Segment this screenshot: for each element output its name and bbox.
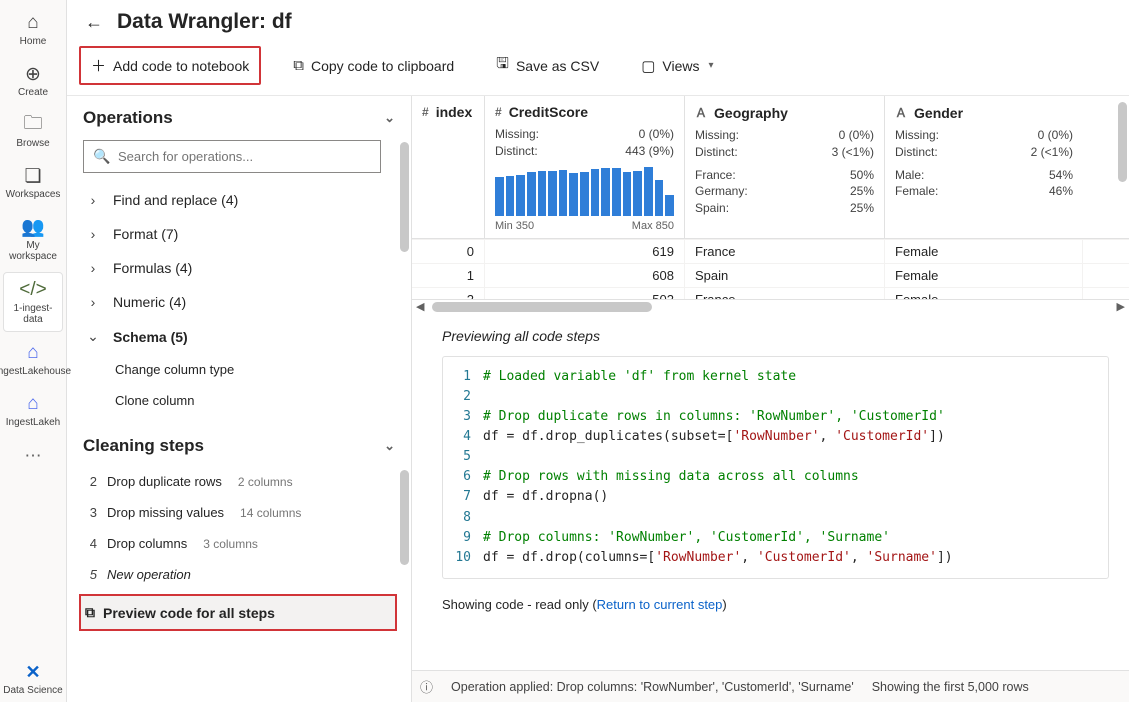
notebook-icon: </> bbox=[19, 279, 46, 301]
copy-icon: ⧉ bbox=[293, 57, 304, 74]
people-icon: 👥 bbox=[21, 216, 45, 238]
chevron-down-icon: ▾ bbox=[709, 60, 714, 71]
op-format[interactable]: ›Format (7) bbox=[83, 217, 401, 251]
op-find-replace[interactable]: ›Find and replace (4) bbox=[83, 183, 401, 217]
page-title: Data Wrangler: df bbox=[117, 10, 292, 34]
stack-icon: ❏ bbox=[24, 165, 41, 187]
steps-header[interactable]: Cleaning steps ⌄ bbox=[67, 424, 411, 466]
back-button[interactable]: ← bbox=[85, 12, 103, 33]
scrollbar-thumb[interactable] bbox=[432, 302, 652, 312]
search-input[interactable] bbox=[83, 140, 381, 173]
plus-circle-icon: ⊕ bbox=[25, 63, 41, 85]
status-message: Operation applied: Drop columns: 'RowNum… bbox=[451, 680, 854, 694]
folder-icon: 🗀 bbox=[23, 114, 42, 136]
step-row[interactable]: 4Drop columns3 columns bbox=[83, 528, 401, 559]
copy-code-button[interactable]: ⧉ Copy code to clipboard bbox=[283, 50, 464, 81]
header: ← Data Wrangler: df bbox=[67, 0, 1129, 42]
text-icon: Ａ bbox=[895, 104, 907, 121]
col-index[interactable]: #index bbox=[412, 96, 485, 238]
table-row[interactable]: 2 502 France Female bbox=[412, 287, 1129, 299]
lakehouse-icon: ⌂ bbox=[27, 393, 38, 415]
main: ← Data Wrangler: df ＋ Add code to notebo… bbox=[67, 0, 1129, 702]
siderail-item-browse[interactable]: 🗀 Browse bbox=[3, 108, 63, 155]
layout-icon: ▢ bbox=[641, 57, 655, 75]
table-row[interactable]: 1 608 Spain Female bbox=[412, 263, 1129, 287]
siderail-more[interactable]: ⋯ bbox=[25, 438, 42, 474]
siderail-item-datascience[interactable]: ✕ Data Science bbox=[3, 655, 63, 702]
code-block: 1# Loaded variable 'df' from kernel stat… bbox=[442, 356, 1109, 579]
op-clone-column[interactable]: Clone column bbox=[83, 385, 401, 416]
hash-icon: # bbox=[495, 105, 502, 119]
left-panel: Operations ⌄ 🔍 ›Find and replace (4) ›Fo… bbox=[67, 96, 412, 702]
steps-panel: 2Drop duplicate rows2 columns 3Drop miss… bbox=[67, 466, 411, 702]
add-code-button[interactable]: ＋ Add code to notebook bbox=[79, 46, 261, 85]
siderail-item-create[interactable]: ⊕ Create bbox=[3, 57, 63, 104]
op-change-column-type[interactable]: Change column type bbox=[83, 354, 401, 385]
op-schema[interactable]: ⌄Schema (5) bbox=[83, 319, 401, 354]
chevron-down-icon: ⌄ bbox=[384, 438, 395, 454]
save-csv-button[interactable]: 🖫 Save as CSV bbox=[486, 46, 609, 85]
data-rows: 0 619 France Female 1 608 Spain Female 2… bbox=[412, 239, 1129, 300]
save-icon: 🖫 bbox=[496, 53, 509, 78]
lakehouse-icon: ⌂ bbox=[27, 342, 38, 364]
scrollbar-thumb[interactable] bbox=[400, 142, 409, 252]
histogram bbox=[495, 166, 674, 216]
plus-icon: ＋ bbox=[91, 55, 106, 76]
toolbar: ＋ Add code to notebook ⧉ Copy code to cl… bbox=[67, 42, 1129, 96]
chevron-right-icon: › bbox=[85, 226, 101, 242]
step-row[interactable]: 2Drop duplicate rows2 columns bbox=[83, 466, 401, 497]
operations-header[interactable]: Operations ⌄ bbox=[67, 96, 411, 138]
right-panel: #index #CreditScore Missing:0 (0%) Disti… bbox=[412, 96, 1129, 702]
scroll-right-icon[interactable]: ▶ bbox=[1117, 300, 1125, 313]
op-numeric[interactable]: ›Numeric (4) bbox=[83, 285, 401, 319]
home-icon: ⌂ bbox=[27, 12, 38, 34]
hash-icon: # bbox=[422, 105, 429, 119]
hscrollbar[interactable]: ◀ ▶ bbox=[412, 300, 1129, 314]
return-current-step-link[interactable]: Return to current step bbox=[597, 597, 723, 612]
status-rows: Showing the first 5,000 rows bbox=[872, 680, 1029, 694]
preview-title: Previewing all code steps bbox=[442, 328, 1109, 344]
scroll-left-icon[interactable]: ◀ bbox=[416, 300, 424, 313]
col-gender[interactable]: ＡGender Missing:0 (0%) Distinct:2 (<1%) … bbox=[885, 96, 1083, 238]
chevron-right-icon: › bbox=[85, 192, 101, 208]
info-icon: ⓘ bbox=[420, 677, 433, 696]
table-row[interactable]: 0 619 France Female bbox=[412, 239, 1129, 263]
chevron-right-icon: › bbox=[85, 294, 101, 310]
code-icon: ⧉ bbox=[85, 604, 95, 621]
siderail-item-lakehouse-1[interactable]: ⌂ IngestLakehouse bbox=[3, 336, 63, 383]
step-row-new[interactable]: 5New operation bbox=[83, 559, 401, 590]
code-preview-area: Previewing all code steps 1# Loaded vari… bbox=[412, 314, 1129, 670]
views-button[interactable]: ▢ Views ▾ bbox=[631, 50, 723, 82]
siderail-item-myworkspace[interactable]: 👥 My workspace bbox=[3, 210, 63, 268]
preview-code-all-steps[interactable]: ⧉ Preview code for all steps bbox=[79, 594, 397, 631]
chevron-down-icon: ⌄ bbox=[384, 110, 395, 126]
col-geography[interactable]: ＡGeography Missing:0 (0%) Distinct:3 (<1… bbox=[685, 96, 885, 238]
siderail-item-home[interactable]: ⌂ Home bbox=[3, 6, 63, 53]
code-footer: Showing code - read only (Return to curr… bbox=[442, 597, 1109, 612]
chevron-right-icon: › bbox=[85, 260, 101, 276]
op-formulas[interactable]: ›Formulas (4) bbox=[83, 251, 401, 285]
siderail-item-lakehouse-2[interactable]: ⌂ IngestLakeh bbox=[3, 387, 63, 434]
column-header-area: #index #CreditScore Missing:0 (0%) Disti… bbox=[412, 96, 1129, 239]
siderail-item-workspaces[interactable]: ❏ Workspaces bbox=[3, 159, 63, 206]
siderail-item-ingest-data[interactable]: </> 1-ingest-data bbox=[3, 272, 63, 332]
scrollbar-thumb[interactable] bbox=[1118, 102, 1127, 182]
search-icon: 🔍 bbox=[93, 148, 110, 165]
side-rail: ⌂ Home ⊕ Create 🗀 Browse ❏ Workspaces 👥 … bbox=[0, 0, 67, 702]
operations-panel: 🔍 ›Find and replace (4) ›Format (7) ›For… bbox=[67, 138, 411, 424]
data-science-icon: ✕ bbox=[25, 661, 40, 683]
status-bar: ⓘ Operation applied: Drop columns: 'RowN… bbox=[412, 670, 1129, 702]
scrollbar-thumb[interactable] bbox=[400, 470, 409, 565]
col-creditscore[interactable]: #CreditScore Missing:0 (0%) Distinct:443… bbox=[485, 96, 685, 238]
step-row[interactable]: 3Drop missing values14 columns bbox=[83, 497, 401, 528]
chevron-down-icon: ⌄ bbox=[85, 328, 101, 345]
text-icon: Ａ bbox=[695, 104, 707, 121]
